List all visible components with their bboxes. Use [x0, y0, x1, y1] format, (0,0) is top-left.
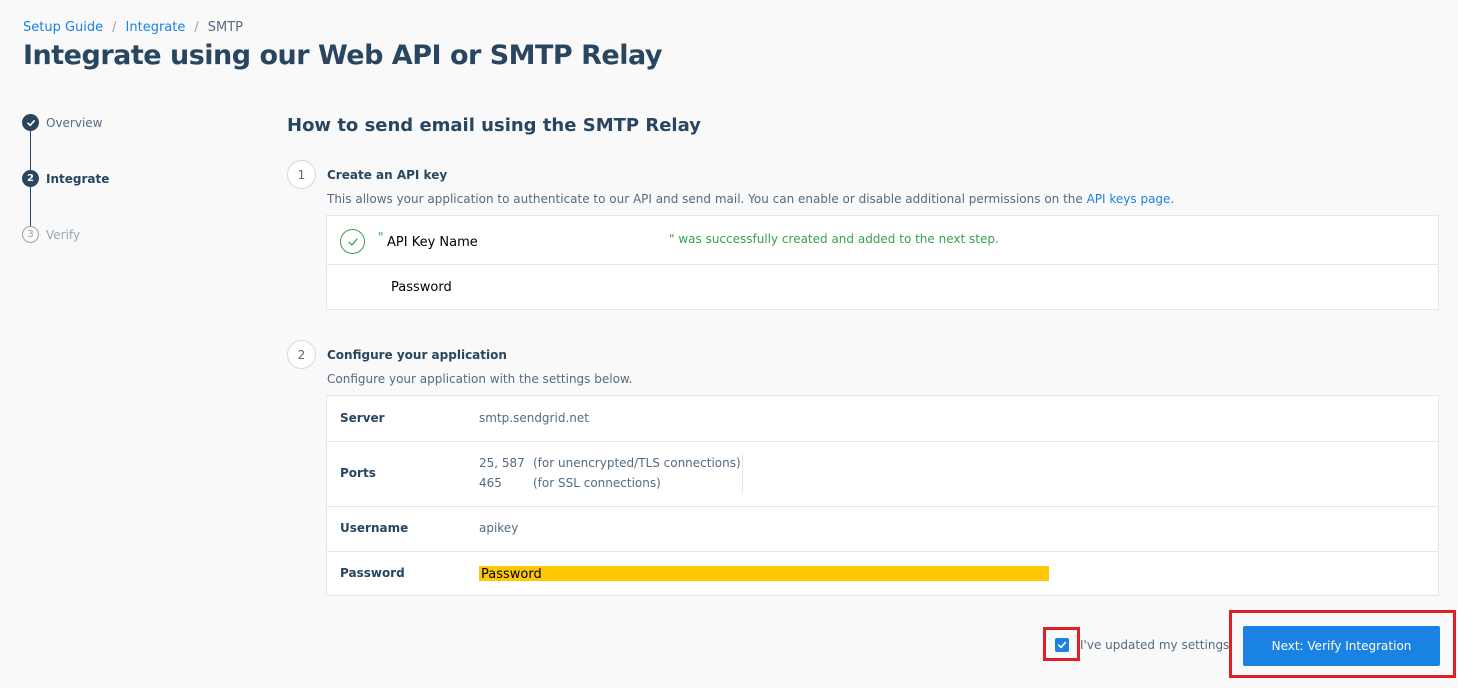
- server-value[interactable]: smtp.sendgrid.net: [479, 411, 589, 425]
- divider: [327, 264, 1438, 265]
- ports-label: Ports: [340, 466, 376, 480]
- step-2-title: Configure your application: [327, 348, 507, 362]
- password-label: Password: [340, 566, 405, 580]
- step-1-description: This allows your application to authenti…: [327, 192, 1174, 206]
- step-number: 2: [22, 170, 39, 187]
- step-2-description: Configure your application with the sett…: [327, 372, 633, 386]
- open-quote: ": [378, 230, 384, 244]
- step-label: Verify: [46, 227, 81, 242]
- breadcrumb-integrate[interactable]: Integrate: [126, 20, 186, 35]
- checkbox-annotation: [1043, 627, 1080, 661]
- success-message: " was successfully created and added to …: [669, 232, 999, 246]
- stepper-connector: [30, 187, 31, 226]
- divider: [327, 506, 1438, 507]
- success-check-icon: [340, 229, 365, 254]
- page-title: Integrate using our Web API or SMTP Rela…: [23, 40, 662, 71]
- step-overview[interactable]: Overview: [22, 114, 103, 131]
- next-verify-integration-button[interactable]: Next: Verify Integration: [1243, 626, 1440, 666]
- api-key-name: API Key Name: [387, 235, 478, 250]
- checkmark-icon: [22, 114, 39, 131]
- port-line: 25, 587 (for unencrypted/TLS connections…: [479, 456, 741, 470]
- port-number: 465: [479, 476, 502, 490]
- port-note: (for SSL connections): [533, 476, 661, 490]
- stepper-connector: [30, 131, 31, 170]
- port-line: 465 (for SSL connections): [479, 476, 661, 490]
- step-2-number: 2: [287, 340, 316, 369]
- api-keys-page-link[interactable]: API keys page: [1087, 192, 1171, 206]
- step-1-title: Create an API key: [327, 168, 448, 182]
- step-1-number: 1: [287, 160, 316, 189]
- description-end: .: [1170, 192, 1175, 206]
- step-verify[interactable]: 3 Verify: [22, 226, 80, 243]
- step-integrate[interactable]: 2 Integrate: [22, 170, 109, 187]
- breadcrumb-separator: /: [194, 20, 199, 35]
- description-text: This allows your application to authenti…: [327, 192, 1087, 206]
- checkmark-icon: [1057, 641, 1067, 649]
- api-key-success-panel: " API Key Name " was successfully create…: [326, 215, 1439, 310]
- server-label: Server: [340, 411, 385, 425]
- port-number: 25, 587: [479, 456, 525, 470]
- password-value[interactable]: Password: [479, 566, 1049, 582]
- step-label: Integrate: [46, 171, 110, 186]
- divider: [327, 551, 1438, 552]
- checkbox-label[interactable]: I've updated my settings.: [1080, 638, 1233, 652]
- password-label: Password: [391, 280, 452, 295]
- smtp-settings-table: Server smtp.sendgrid.net Ports 25, 587 (…: [326, 395, 1439, 596]
- step-number: 3: [22, 226, 39, 243]
- button-annotation: Next: Verify Integration: [1229, 610, 1456, 678]
- section-title: How to send email using the SMTP Relay: [287, 115, 701, 136]
- breadcrumb: Setup Guide / Integrate / SMTP: [23, 20, 243, 35]
- breadcrumb-setup-guide[interactable]: Setup Guide: [23, 20, 103, 35]
- username-label: Username: [340, 521, 409, 535]
- port-note: (for unencrypted/TLS connections): [533, 456, 741, 470]
- step-label: Overview: [46, 115, 103, 130]
- settings-updated-checkbox[interactable]: [1055, 638, 1069, 652]
- divider: [742, 454, 743, 494]
- username-value[interactable]: apikey: [479, 521, 518, 535]
- divider: [327, 441, 1438, 442]
- breadcrumb-separator: /: [112, 20, 117, 35]
- breadcrumb-current: SMTP: [207, 20, 244, 35]
